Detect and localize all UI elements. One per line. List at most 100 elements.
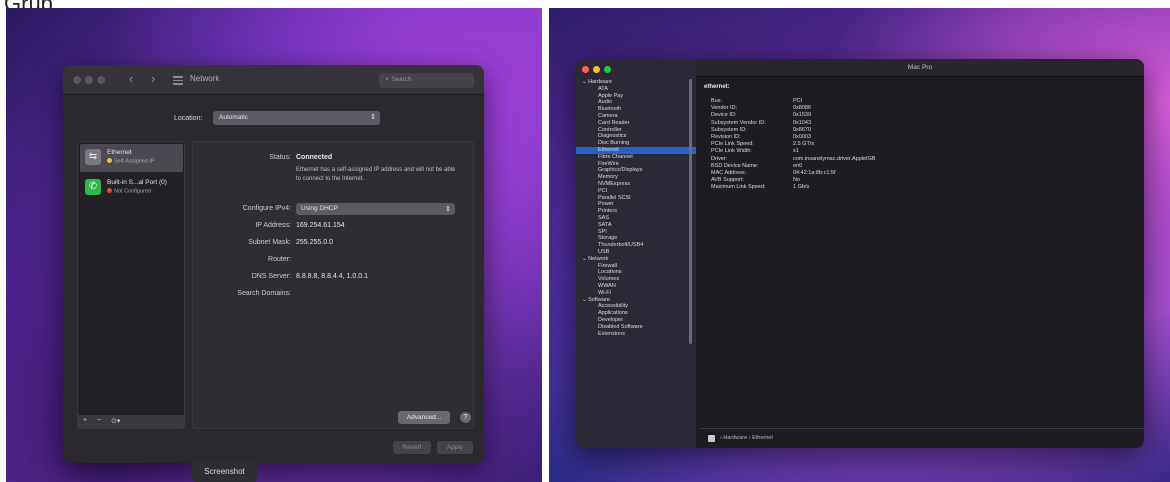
sidebar-item[interactable]: Extensions: [576, 331, 696, 338]
router-label: Router:: [268, 256, 291, 263]
sidebar-item-label: Volumes: [598, 276, 620, 283]
service-list-toolbar: + − ⊙▾: [77, 415, 185, 429]
property-value: 0x8086: [793, 105, 812, 112]
search-icon: ⌕: [385, 76, 389, 83]
sidebar-item-label: SPI: [598, 228, 607, 235]
sidebar-item-label: Storage: [598, 235, 618, 242]
sidebar-item-label: Disabled Software: [598, 323, 643, 330]
close-window-button[interactable]: [73, 76, 81, 84]
sidebar-item-label: Accessibility: [598, 303, 628, 310]
sidebar-item-label: Wi-Fi: [598, 289, 611, 296]
window-title: Mac Pro: [907, 64, 933, 71]
service-item-ethernet[interactable]: ⇆ Ethernet Self-Assigned IP: [80, 144, 183, 172]
location-label: Location:: [174, 115, 203, 122]
property-key: Device ID:: [711, 112, 737, 119]
sidebar-item-label: Fibre Channel: [598, 153, 633, 160]
location-select[interactable]: Automatic ⇕: [213, 111, 380, 125]
property-value: com.insanelymac.driver.AppleIGB: [793, 155, 876, 162]
zoom-window-button[interactable]: [97, 76, 105, 84]
property-value: 0x0003: [793, 134, 812, 140]
minimize-window-button[interactable]: [85, 76, 93, 84]
sidebar-item-label: Developer: [598, 317, 624, 323]
location-value: Automatic: [219, 114, 248, 121]
configure-ipv4-label: Configure IPv4:: [242, 205, 291, 212]
back-button[interactable]: ‹: [129, 71, 133, 86]
subnet-mask-label: Subnet Mask:: [248, 239, 291, 246]
window-titlebar: ‹ › Network ⌕ Search: [63, 65, 484, 95]
service-list: ⇆ Ethernet Self-Assigned IP ✆ Built-in S…: [77, 141, 185, 429]
service-item-serial-port[interactable]: ✆ Built-in S...al Port (0) Not Configure…: [80, 174, 183, 202]
sidebar-item-label: Graphics/Displays: [598, 167, 643, 174]
property-key: Subsystem Vendor ID:: [711, 119, 766, 126]
sidebar-item-label: PCI: [598, 187, 608, 194]
sidebar-item-label: ATA: [598, 85, 608, 92]
category-sidebar: ⌄ Hardware ATA Apple Pay Audio Bluetooth Came…: [576, 59, 696, 448]
ethernet-icon: ⇆: [85, 149, 101, 165]
property-value: 0x1539: [793, 112, 812, 119]
select-arrows-icon: ⇕: [445, 206, 451, 213]
property-value: 04:42:1a:8b:c1:5f: [793, 170, 836, 176]
apply-button[interactable]: Apply: [437, 441, 473, 454]
remove-service-button[interactable]: −: [97, 417, 101, 424]
ip-address-label: IP Address:: [255, 222, 291, 229]
sidebar-item-label: Bluetooth: [598, 106, 622, 113]
network-preferences-window: ‹ › Network ⌕ Search Location: Automatic …: [63, 65, 484, 463]
sidebar-item-label: Card Reader: [598, 119, 630, 126]
breadcrumb: › Hardware › Ethernet: [720, 435, 773, 441]
search-input[interactable]: ⌕ Search: [379, 73, 474, 88]
desktop-wallpaper-left: ‹ › Network ⌕ Search Location: Automatic …: [6, 8, 542, 482]
configure-ipv4-value: Using DHCP: [301, 205, 338, 212]
sidebar-item-label: Memory: [598, 174, 618, 181]
property-key: Subsystem ID:: [711, 126, 747, 133]
sidebar-item-label: Software: [588, 296, 610, 303]
property-key: BSD Device Name:: [711, 162, 759, 169]
property-value: en0: [793, 162, 803, 169]
property-key: PCIe Link Speed:: [711, 141, 754, 148]
property-key: Driver:: [711, 155, 728, 162]
window-title: Network: [190, 74, 220, 83]
sidebar-item-label: Locations: [598, 269, 622, 276]
add-service-button[interactable]: +: [83, 417, 87, 424]
property-value: 0x8670: [793, 126, 812, 133]
property-value: PCI: [793, 98, 803, 104]
sidebar-scrollbar[interactable]: [689, 79, 692, 344]
configure-ipv4-select[interactable]: Using DHCP ⇕: [296, 203, 455, 215]
status-label: Status:: [269, 154, 291, 161]
screen: Grub ‹ › Network ⌕Search Location: Autom…: [0, 0, 1170, 482]
status-note: Ethernet has a self-assigned IP address …: [296, 167, 456, 182]
sidebar-item-label: Applications: [598, 310, 628, 317]
property-key: AVB Support:: [711, 177, 744, 184]
window-titlebar: Mac Pro: [696, 59, 1144, 77]
zoom-window-button[interactable]: [604, 66, 611, 73]
property-key: Revision ID:: [711, 134, 741, 140]
sidebar-item-label: WWAN: [598, 283, 616, 289]
sidebar-item-label: Ethernet: [598, 147, 619, 153]
property-value: x1: [793, 148, 799, 155]
sidebar-item-label: Hardware: [588, 79, 612, 85]
service-detail-pane: Status: Connected Ethernet has a self-as…: [192, 141, 474, 429]
service-actions-button[interactable]: ⊙▾: [111, 417, 120, 425]
help-button[interactable]: ?: [460, 412, 471, 423]
sidebar-item-label: Apple Pay: [598, 92, 624, 99]
forward-button[interactable]: ›: [151, 71, 155, 86]
service-name: Built-in S...al Port (0): [107, 179, 167, 186]
ip-address-value: 169.254.61.154: [296, 222, 345, 229]
close-window-button[interactable]: [582, 66, 589, 73]
property-value: 1 Gb/s: [793, 184, 810, 191]
minimize-window-button[interactable]: [593, 66, 600, 73]
revert-button[interactable]: Revert: [393, 441, 431, 454]
advanced-button[interactable]: Advanced...: [398, 411, 450, 424]
service-name: Ethernet: [107, 149, 132, 156]
search-placeholder: Search: [391, 77, 411, 83]
sidebar-item-label: Extensions: [598, 330, 625, 337]
property-value: No: [793, 177, 801, 184]
search-domains-label: Search Domains:: [237, 290, 291, 297]
show-all-grid-icon[interactable]: [173, 76, 183, 85]
property-value: 0x1043: [793, 119, 812, 126]
sidebar-item-label: Power: [598, 201, 614, 208]
sidebar-item-label: Parallel SCSI: [598, 194, 631, 201]
sidebar-item-label: NVMExpress: [598, 181, 631, 187]
property-key: PCIe Link Width:: [711, 148, 752, 155]
sidebar-item-label: Controller: [598, 126, 622, 133]
service-status: Not Configured: [107, 188, 151, 195]
